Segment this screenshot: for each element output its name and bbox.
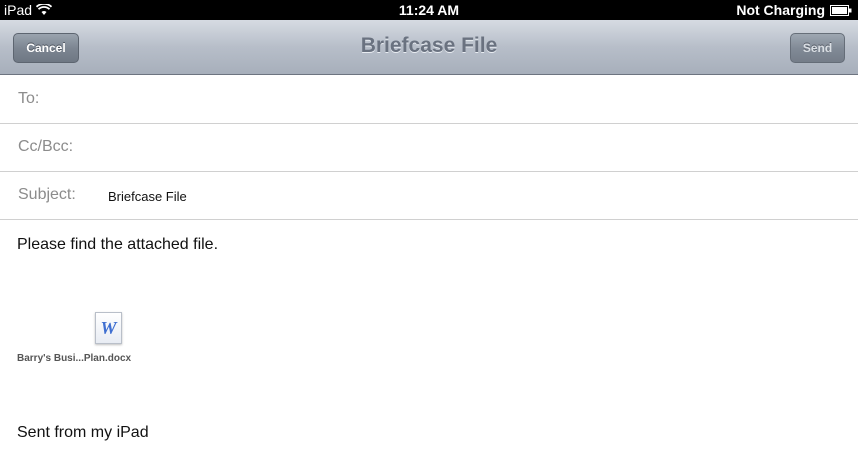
subject-field[interactable]: Subject: Briefcase File bbox=[0, 172, 858, 220]
to-label: To: bbox=[18, 90, 40, 107]
nav-bar: Cancel Briefcase File Send bbox=[0, 20, 858, 75]
charging-status: Not Charging bbox=[736, 2, 825, 18]
word-document-icon[interactable]: W bbox=[95, 312, 122, 344]
signature-text[interactable]: Sent from my iPad bbox=[17, 424, 149, 442]
ccbcc-field[interactable]: Cc/Bcc: bbox=[0, 124, 858, 172]
subject-value[interactable]: Briefcase File bbox=[108, 189, 187, 204]
page-title: Briefcase File bbox=[360, 34, 498, 57]
status-right: Not Charging bbox=[736, 2, 852, 18]
to-field[interactable]: To: bbox=[0, 76, 858, 124]
status-bar: iPad 11:24 AM Not Charging bbox=[0, 0, 858, 20]
subject-label: Subject: bbox=[18, 186, 76, 203]
attachment-filename: Barry's Busi...Plan.docx bbox=[17, 353, 132, 364]
battery-icon bbox=[830, 4, 852, 16]
status-time: 11:24 AM bbox=[398, 2, 460, 18]
message-text[interactable]: Please find the attached file. bbox=[17, 236, 218, 254]
ccbcc-label: Cc/Bcc: bbox=[18, 138, 74, 155]
send-button[interactable]: Send bbox=[790, 33, 845, 63]
